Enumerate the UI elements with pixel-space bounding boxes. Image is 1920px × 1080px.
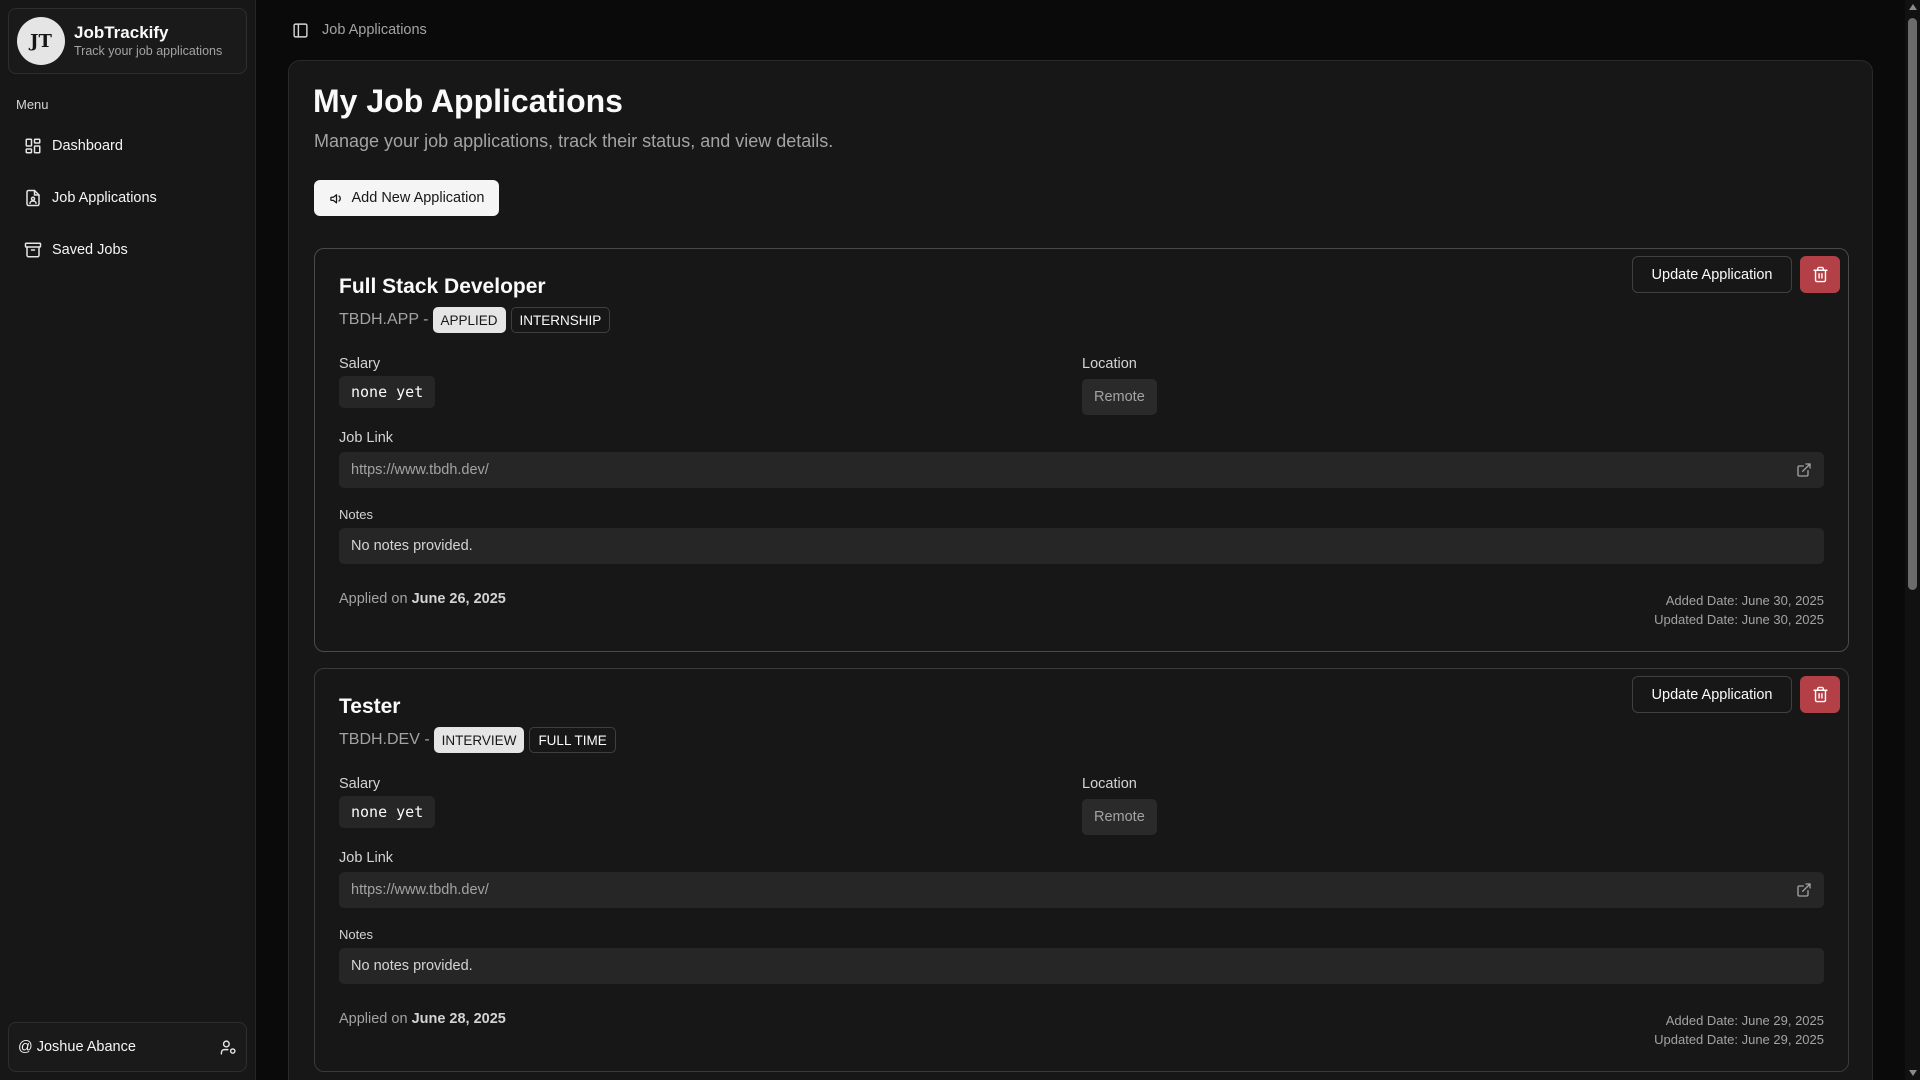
company-name: TBDH.DEV - [339,731,430,748]
job-link-field[interactable]: https://www.tbdh.dev/ [339,872,1824,908]
added-date: Added Date: June 30, 2025 [1665,593,1824,608]
page-scrollbar[interactable] [1905,0,1920,1080]
record-dates: Added Date: June 30, 2025 Updated Date: … [1654,591,1824,629]
applied-date-value: June 28, 2025 [411,1011,506,1027]
notes-label: Notes [339,507,373,522]
sidebar-item-dashboard[interactable]: Dashboard [16,128,240,164]
added-date: Added Date: June 29, 2025 [1665,1013,1824,1028]
job-link-url[interactable]: https://www.tbdh.dev/ [351,462,489,478]
updated-date: Updated Date: June 29, 2025 [1654,1032,1824,1047]
delete-application-button[interactable] [1800,676,1840,713]
app-logo: JT [17,17,65,65]
location-label: Location [1082,776,1137,792]
sidebar-item-label: Saved Jobs [52,242,128,258]
company-row: TBDH.DEV - INTERVIEW FULL TIME [339,727,616,753]
file-user-icon [26,189,40,207]
external-link-icon[interactable] [1796,462,1812,478]
job-type-badge: INTERNSHIP [510,307,611,333]
breadcrumb: Job Applications [322,22,427,38]
job-link-label: Job Link [339,850,394,866]
sidebar-nav: Dashboard Job Applications Saved Jobs [16,128,240,284]
applied-date: Applied on June 26, 2025 [339,591,506,607]
scroll-up-arrow[interactable] [1909,4,1917,10]
job-link-url[interactable]: https://www.tbdh.dev/ [351,882,489,898]
applied-on-label: Applied on [339,1011,412,1027]
location-value: Remote [1082,379,1157,415]
sidebar-item-job-applications[interactable]: Job Applications [16,180,240,216]
location-value: Remote [1082,799,1157,835]
sidebar-item-saved-jobs[interactable]: Saved Jobs [16,232,240,268]
record-dates: Added Date: June 29, 2025 Updated Date: … [1654,1011,1824,1049]
user-account[interactable]: @ Joshue Abance [8,1022,247,1072]
applied-date: Applied on June 28, 2025 [339,1011,506,1027]
update-application-button[interactable]: Update Application [1632,676,1792,713]
brand-text: JobTrackify Track your job applications [74,23,222,59]
menu-label: Menu [16,97,49,112]
company-row: TBDH.APP - APPLIED INTERNSHIP [339,307,611,333]
update-application-button[interactable]: Update Application [1632,256,1792,293]
main-panel: My Job Applications Manage your job appl… [288,60,1873,1080]
scroll-down-arrow[interactable] [1909,1070,1917,1076]
job-title: Tester [339,695,401,718]
notes-field: No notes provided. [339,948,1824,984]
trash-icon [1812,686,1828,703]
brand-header[interactable]: JT JobTrackify Track your job applicatio… [8,8,247,74]
job-link-field[interactable]: https://www.tbdh.dev/ [339,452,1824,488]
scrollbar-thumb[interactable] [1908,18,1917,590]
sidebar-toggle-icon[interactable] [292,22,309,39]
archive-icon [24,242,42,258]
salary-value: none yet [339,376,436,408]
external-link-icon[interactable] [1796,882,1812,898]
notes-field: No notes provided. [339,528,1824,564]
sidebar: JT JobTrackify Track your job applicatio… [0,0,256,1080]
user-cog-icon[interactable] [220,1039,237,1056]
salary-value: none yet [339,796,436,828]
user-name: @ Joshue Abance [18,1039,136,1055]
salary-label: Salary [339,356,381,372]
page-title: My Job Applications [313,83,623,119]
add-new-application-label: Add New Application [351,190,485,206]
sidebar-item-label: Dashboard [52,138,123,154]
status-badge: APPLIED [432,307,506,333]
app-title: JobTrackify [74,23,169,42]
application-card: Tester TBDH.DEV - INTERVIEW FULL TIME Up… [314,668,1849,1072]
status-badge: INTERVIEW [433,727,525,753]
applied-on-label: Applied on [339,591,412,607]
megaphone-icon [329,193,341,203]
notes-label: Notes [339,927,373,942]
applied-date-value: June 26, 2025 [411,591,506,607]
dashboard-icon [25,138,41,154]
location-label: Location [1082,356,1137,372]
job-link-label: Job Link [339,430,394,446]
add-new-application-button[interactable]: Add New Application [314,180,499,216]
company-name: TBDH.APP - [339,311,429,328]
sidebar-item-label: Job Applications [52,190,157,206]
topbar: Job Applications [292,18,427,42]
salary-label: Salary [339,776,381,792]
page-subtitle: Manage your job applications, track thei… [314,131,834,151]
updated-date: Updated Date: June 30, 2025 [1654,612,1824,627]
delete-application-button[interactable] [1800,256,1840,293]
app-subtitle: Track your job applications [74,44,223,58]
trash-icon [1812,266,1828,283]
job-type-badge: FULL TIME [529,727,616,753]
application-card: Full Stack Developer TBDH.APP - APPLIED … [314,248,1849,652]
job-title: Full Stack Developer [339,275,546,298]
